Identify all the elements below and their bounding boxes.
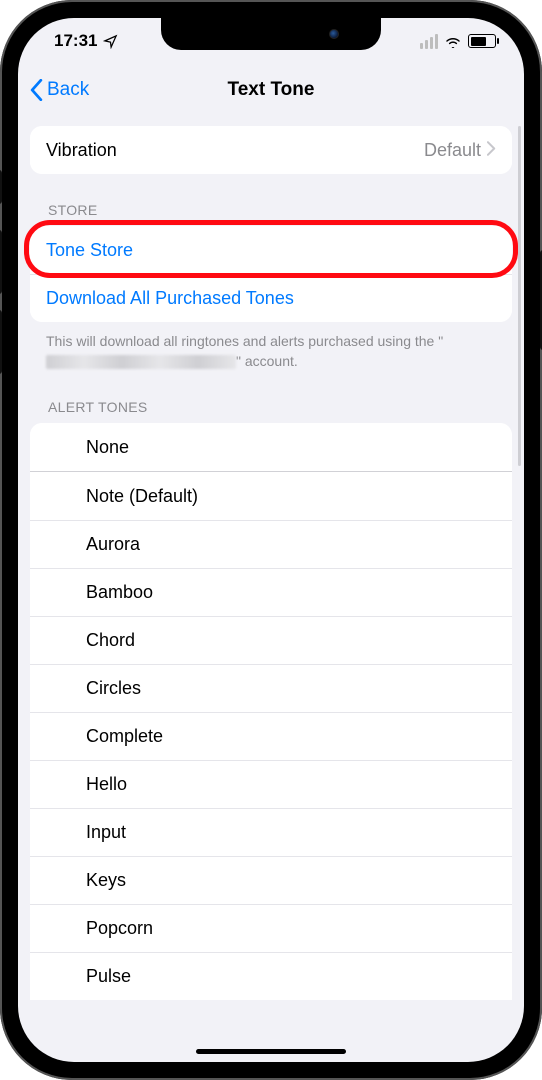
back-label: Back	[47, 79, 89, 101]
tone-row[interactable]: Keys	[30, 856, 512, 904]
tone-row[interactable]: Bamboo	[30, 568, 512, 616]
wifi-icon	[444, 34, 462, 48]
vibration-row[interactable]: Vibration Default	[30, 126, 512, 174]
tone-label: Hello	[86, 774, 127, 795]
tone-row[interactable]: Chord	[30, 616, 512, 664]
scroll-indicator[interactable]	[518, 126, 521, 466]
tone-label: Aurora	[86, 534, 140, 555]
tone-row[interactable]: Circles	[30, 664, 512, 712]
battery-icon	[468, 34, 496, 48]
phone-frame: 17:31	[0, 0, 542, 1080]
mute-switch	[0, 170, 2, 204]
tone-label: Popcorn	[86, 918, 153, 939]
tone-store-label: Tone Store	[46, 240, 133, 261]
tone-row[interactable]: None	[30, 423, 512, 471]
notch	[161, 18, 381, 50]
alert-tones-header: ALERT TONES	[30, 371, 512, 423]
volume-down-button	[0, 310, 2, 374]
home-indicator[interactable]	[196, 1049, 346, 1054]
tone-row[interactable]: Complete	[30, 712, 512, 760]
tone-label: Circles	[86, 678, 141, 699]
cellular-icon	[420, 34, 438, 49]
status-time: 17:31	[54, 31, 97, 51]
page-title: Text Tone	[228, 79, 315, 101]
footer-prefix: This will download all ringtones and ale…	[46, 333, 443, 349]
footer-suffix: " account.	[236, 353, 298, 369]
tone-row[interactable]: Hello	[30, 760, 512, 808]
tone-label: Pulse	[86, 966, 131, 987]
tone-label: None	[86, 437, 129, 458]
front-camera-icon	[329, 29, 339, 39]
store-section-footer: This will download all ringtones and ale…	[30, 322, 512, 371]
store-group: Tone Store Download All Purchased Tones	[30, 226, 512, 322]
tone-label: Input	[86, 822, 126, 843]
tone-label: Bamboo	[86, 582, 153, 603]
back-button[interactable]: Back	[30, 64, 89, 116]
tone-row[interactable]: Note (Default)	[30, 472, 512, 520]
vibration-label: Vibration	[46, 140, 117, 161]
location-icon	[103, 34, 118, 49]
tone-row[interactable]: Popcorn	[30, 904, 512, 952]
tone-row[interactable]: Input	[30, 808, 512, 856]
redacted-account	[46, 355, 236, 369]
tone-label: Complete	[86, 726, 163, 747]
tone-row[interactable]: Aurora	[30, 520, 512, 568]
download-all-label: Download All Purchased Tones	[46, 288, 294, 309]
download-all-row[interactable]: Download All Purchased Tones	[30, 274, 512, 322]
chevron-right-icon	[487, 140, 496, 161]
tone-label: Keys	[86, 870, 126, 891]
content-area[interactable]: Vibration Default STORE Tone Store Downl…	[18, 116, 524, 1062]
alert-tones-list: None Note (Default) Aurora Bamboo Chord …	[30, 423, 512, 1000]
vibration-value: Default	[424, 140, 481, 161]
screen: 17:31	[18, 18, 524, 1062]
tone-store-row[interactable]: Tone Store	[30, 226, 512, 274]
tone-label: Note (Default)	[86, 486, 198, 507]
vibration-group: Vibration Default	[30, 126, 512, 174]
volume-up-button	[0, 230, 2, 294]
nav-bar: Back Text Tone	[18, 64, 524, 116]
tone-label: Chord	[86, 630, 135, 651]
store-section-header: STORE	[30, 174, 512, 226]
tone-row[interactable]: Pulse	[30, 952, 512, 1000]
chevron-left-icon	[30, 79, 43, 101]
